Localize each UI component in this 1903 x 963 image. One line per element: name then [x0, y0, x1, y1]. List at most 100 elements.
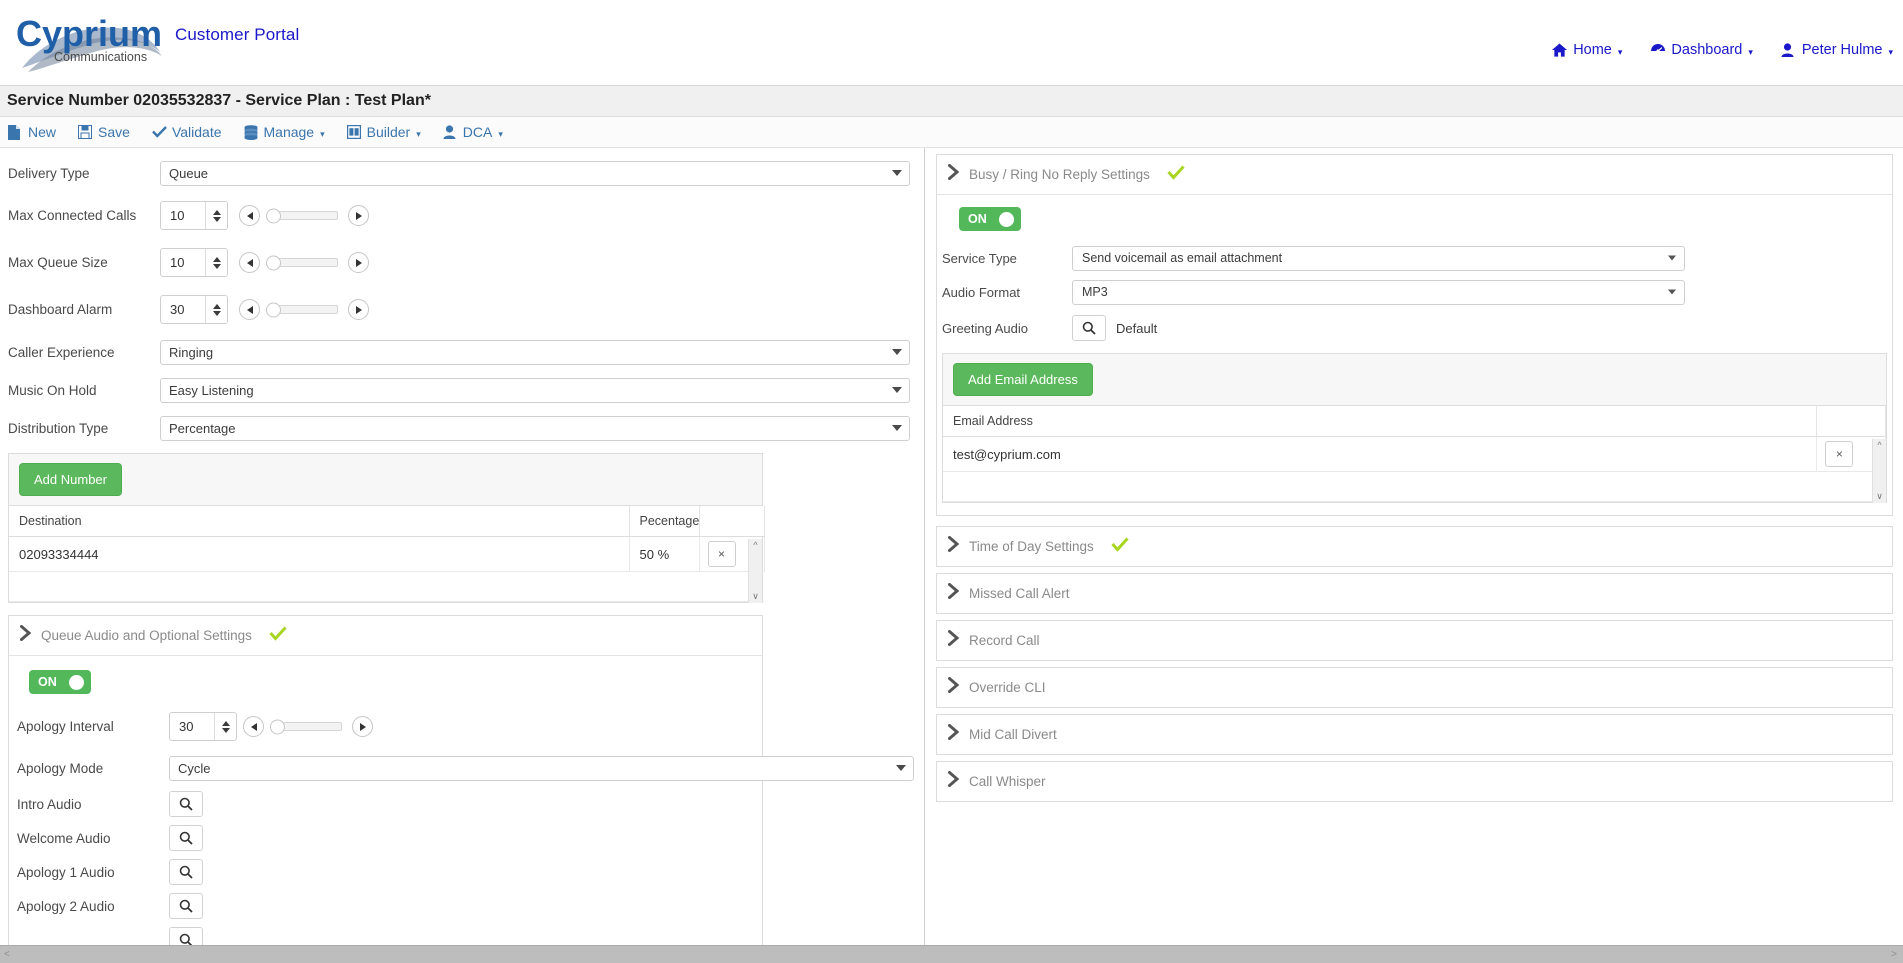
stepper-up-icon[interactable] [221, 720, 230, 726]
music-on-hold-label: Music On Hold [8, 382, 97, 398]
table-row[interactable]: test@cyprium.com × [943, 436, 1886, 472]
remove-destination-button[interactable]: × [707, 541, 736, 567]
apology-interval-label: Apology Interval [17, 719, 114, 734]
toolbar-save-button[interactable]: Save [78, 124, 130, 140]
stepper-up-icon[interactable] [212, 303, 221, 309]
stepper-down-icon[interactable] [212, 263, 221, 269]
intro-audio-browse-button[interactable] [169, 791, 203, 817]
nav-item-home[interactable]: Home ▾ [1552, 42, 1622, 58]
stepper-down-icon[interactable] [221, 727, 230, 733]
queue-audio-toggle-label: ON [38, 675, 57, 689]
chevron-down-icon [892, 170, 902, 176]
dashboard-alarm-stepper[interactable]: 30 [160, 295, 228, 324]
stepper-buttons[interactable] [205, 202, 227, 229]
remove-email-button[interactable]: × [1825, 441, 1854, 467]
slider-knob[interactable] [266, 255, 281, 270]
busy-section-toggle[interactable]: ON [959, 207, 1021, 231]
chevron-down-icon: ▾ [498, 128, 503, 139]
toolbar-builder-menu[interactable]: Builder ▾ [346, 124, 421, 140]
busy-ring-no-reply-header[interactable]: Busy / Ring No Reply Settings [937, 155, 1892, 194]
apology1-audio-browse-button[interactable] [169, 859, 203, 885]
table-row[interactable]: 02093334444 50 % × [9, 536, 765, 572]
toolbar-validate-button[interactable]: Validate [152, 124, 222, 140]
chevron-right-icon [947, 770, 960, 792]
queue-audio-header[interactable]: Queue Audio and Optional Settings [9, 616, 762, 655]
app-root: Cyprium Communications Customer Portal H… [0, 0, 1903, 963]
stepper-buttons[interactable] [214, 713, 236, 740]
section-header-time-of-day[interactable]: Time of Day Settings [937, 527, 1892, 566]
queue-audio-title: Queue Audio and Optional Settings [41, 628, 252, 643]
chevron-down-icon [1668, 255, 1676, 261]
slider-increment-button[interactable] [352, 716, 373, 737]
email-vertical-scrollbar[interactable]: ^ ∨ [1872, 439, 1886, 503]
service-type-select[interactable]: Send voicemail as email attachment [1072, 245, 1685, 271]
caller-experience-select[interactable]: Ringing [160, 339, 910, 365]
add-number-button[interactable]: Add Number [19, 463, 122, 496]
slider-decrement-button[interactable] [239, 252, 260, 273]
max-queue-size-slider[interactable] [266, 255, 338, 270]
slider-knob[interactable] [270, 719, 285, 734]
toolbar-new-button[interactable]: New [8, 124, 56, 140]
distribution-type-select[interactable]: Percentage [160, 415, 910, 441]
max-connected-calls-slider[interactable] [266, 208, 338, 223]
section-header-missed-call-alert[interactable]: Missed Call Alert [937, 574, 1892, 613]
scroll-left-icon[interactable]: < [4, 949, 10, 960]
slider-knob[interactable] [266, 208, 281, 223]
apology-interval-slider[interactable] [270, 719, 342, 734]
audio-format-select[interactable]: MP3 [1072, 279, 1685, 305]
stepper-down-icon[interactable] [212, 310, 221, 316]
slider-decrement-button[interactable] [243, 716, 264, 737]
toolbar-dca-menu[interactable]: DCA ▾ [443, 124, 503, 140]
queue-audio-toggle[interactable]: ON [29, 670, 91, 694]
toolbar-builder-label: Builder [366, 124, 411, 140]
apology-interval-stepper[interactable]: 30 [169, 712, 237, 741]
nav-label-dashboard: Dashboard [1671, 42, 1743, 58]
slider-increment-button[interactable] [348, 205, 369, 226]
scroll-up-icon[interactable]: ^ [753, 541, 757, 550]
slider-decrement-button[interactable] [239, 299, 260, 320]
cyprium-logo[interactable]: Cyprium Communications [14, 6, 164, 76]
slider-decrement-button[interactable] [239, 205, 260, 226]
stepper-up-icon[interactable] [212, 256, 221, 262]
section-header-call-whisper[interactable]: Call Whisper [937, 762, 1892, 801]
apology-mode-select[interactable]: Cycle [169, 755, 914, 781]
dashboard-alarm-slider[interactable] [266, 302, 338, 317]
destinations-vertical-scrollbar[interactable]: ^ ∨ [748, 539, 762, 603]
page-horizontal-scrollbar[interactable]: < > [0, 945, 1903, 963]
scroll-down-icon[interactable]: ∨ [752, 592, 759, 601]
greeting-audio-browse-button[interactable] [1072, 315, 1106, 341]
cell-email-address: test@cyprium.com [943, 436, 1818, 472]
slider-increment-button[interactable] [348, 252, 369, 273]
add-email-address-button[interactable]: Add Email Address [953, 363, 1093, 396]
queue-audio-body: ON Apology Interval 30 Apology Mode Cycl… [9, 655, 914, 955]
slider-knob[interactable] [266, 302, 281, 317]
caller-experience-label: Caller Experience [8, 344, 115, 360]
stepper-up-icon[interactable] [212, 209, 221, 215]
nav-item-user[interactable]: Peter Hulme ▾ [1781, 42, 1893, 58]
slider-increment-button[interactable] [348, 299, 369, 320]
toolbar-dca-label: DCA [462, 124, 493, 140]
scroll-up-icon[interactable]: ^ [1877, 441, 1881, 450]
stepper-buttons[interactable] [205, 296, 227, 323]
arrow-left-icon [250, 722, 257, 731]
apology2-audio-browse-button[interactable] [169, 893, 203, 919]
greeting-audio-label: Greeting Audio [942, 320, 1029, 336]
section-header-record-call[interactable]: Record Call [937, 621, 1892, 660]
max-queue-size-stepper[interactable]: 10 [160, 248, 228, 277]
section-header-mid-call-divert[interactable]: Mid Call Divert [937, 715, 1892, 754]
toolbar-manage-menu[interactable]: Manage ▾ [244, 124, 325, 140]
nav-item-dashboard[interactable]: Dashboard ▾ [1650, 42, 1753, 58]
scroll-down-icon[interactable]: ∨ [1876, 492, 1883, 501]
stepper-buttons[interactable] [205, 249, 227, 276]
delivery-type-select[interactable]: Queue [160, 160, 910, 186]
scroll-right-icon[interactable]: > [1891, 949, 1897, 960]
stepper-down-icon[interactable] [212, 216, 221, 222]
welcome-audio-browse-button[interactable] [169, 825, 203, 851]
section-header-override-cli[interactable]: Override CLI [937, 668, 1892, 707]
section-mid-call-divert: Mid Call Divert [936, 714, 1893, 755]
field-service-type: Service Type Send voicemail as email att… [937, 241, 1892, 275]
music-on-hold-select[interactable]: Easy Listening [160, 377, 910, 403]
arrow-right-icon [355, 305, 362, 314]
field-music-on-hold: Music On Hold Easy Listening [0, 371, 924, 409]
max-connected-calls-stepper[interactable]: 10 [160, 201, 228, 230]
